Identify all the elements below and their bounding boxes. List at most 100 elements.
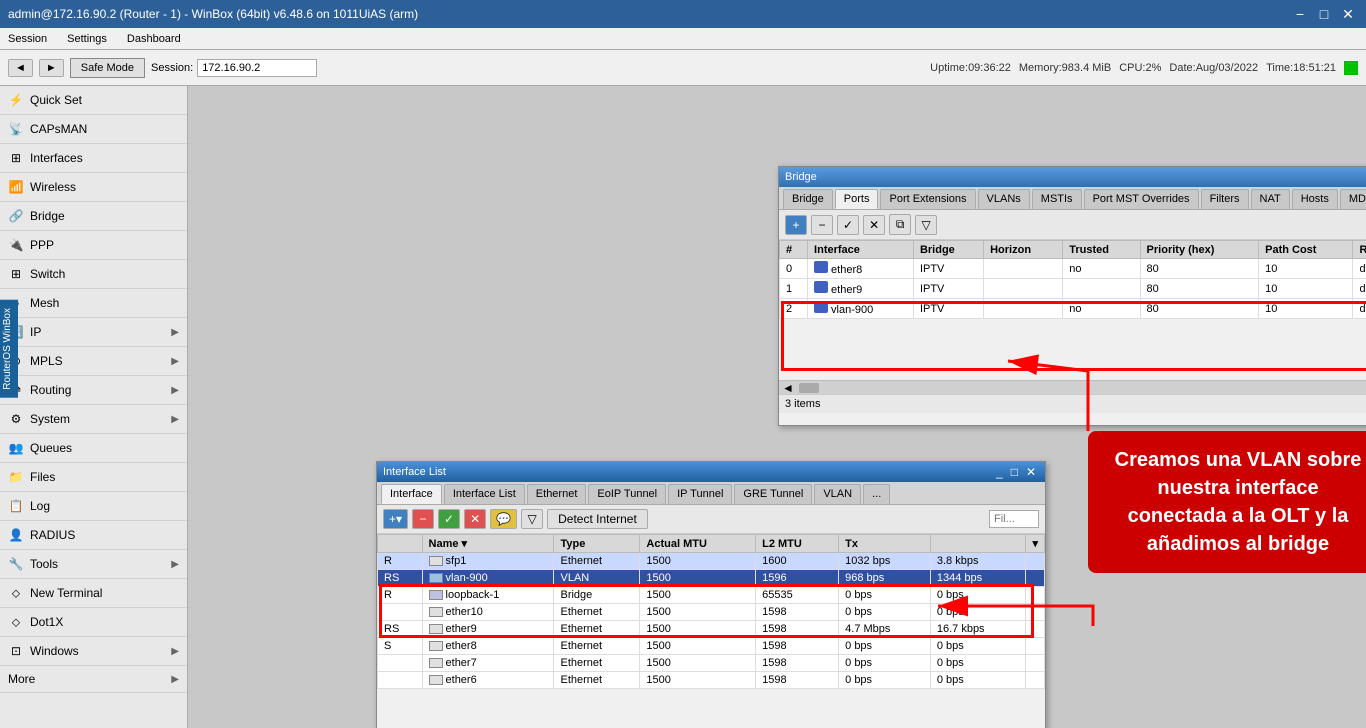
cell-priority: 80: [1140, 279, 1259, 299]
detect-internet-button[interactable]: Detect Internet: [547, 509, 648, 529]
sidebar-item-switch[interactable]: ⊞ Switch: [0, 260, 187, 289]
iface-add-button[interactable]: +▾: [383, 509, 408, 529]
cell-type: Ethernet: [554, 621, 640, 638]
sidebar-item-interfaces[interactable]: ⊞ Interfaces: [0, 144, 187, 173]
sidebar-item-radius[interactable]: 👤 RADIUS: [0, 521, 187, 550]
sidebar-item-files[interactable]: 📁 Files: [0, 463, 187, 492]
tab-bridge-vlans[interactable]: VLANs: [978, 189, 1030, 209]
menu-session[interactable]: Session: [4, 31, 51, 47]
bridge-status-bar: 3 items: [779, 394, 1366, 413]
iface-table-row[interactable]: ether7 Ethernet 1500 1598 0 bps 0 bps: [378, 655, 1045, 672]
sidebar-item-windows[interactable]: ⊡ Windows ▶: [0, 637, 187, 666]
tab-bridge-hosts[interactable]: Hosts: [1292, 189, 1338, 209]
iface-comment-button[interactable]: 💬: [490, 509, 517, 529]
sidebar-item-quick-set[interactable]: ⚡ Quick Set: [0, 86, 187, 115]
tab-iface-gre-tunnel[interactable]: GRE Tunnel: [734, 484, 812, 504]
cell-scroll: [1026, 672, 1045, 689]
iface-cross-button[interactable]: ✕: [464, 509, 486, 529]
iface-search-input[interactable]: [989, 510, 1039, 528]
sidebar-item-dot1x[interactable]: ⬦ Dot1X: [0, 608, 187, 637]
tab-bridge-mdb[interactable]: MDB: [1340, 189, 1366, 209]
bridge-add-button[interactable]: +: [785, 215, 807, 235]
cell-tx: 0 bps: [839, 672, 931, 689]
wireless-icon: 📶: [8, 179, 24, 195]
tab-iface-interface[interactable]: Interface: [381, 484, 442, 504]
tab-bridge-mstis[interactable]: MSTIs: [1032, 189, 1082, 209]
iface-table-row[interactable]: S ether8 Ethernet 1500 1598 0 bps 0 bps: [378, 638, 1045, 655]
iface-minimize[interactable]: _: [993, 465, 1006, 479]
sidebar-item-bridge[interactable]: 🔗 Bridge: [0, 202, 187, 231]
sidebar-item-more[interactable]: More ▶: [0, 666, 187, 693]
interface-list-titlebar[interactable]: Interface List _ □ ✕: [377, 462, 1045, 482]
tab-bridge-nat[interactable]: NAT: [1251, 189, 1290, 209]
iface-table-row[interactable]: RS vlan-900 VLAN 1500 1596 968 bps 1344 …: [378, 570, 1045, 587]
close-button[interactable]: ✕: [1338, 6, 1358, 23]
iface-close[interactable]: ✕: [1023, 465, 1039, 479]
cell-flags: [378, 604, 423, 621]
bridge-remove-button[interactable]: −: [811, 215, 833, 235]
maximize-button[interactable]: □: [1314, 6, 1334, 23]
iface-maximize[interactable]: □: [1008, 465, 1021, 479]
iface-table-row[interactable]: ether10 Ethernet 1500 1598 0 bps 0 bps: [378, 604, 1045, 621]
sidebar-item-queues[interactable]: 👥 Queues: [0, 434, 187, 463]
menu-settings[interactable]: Settings: [63, 31, 111, 47]
scroll-left[interactable]: ◄: [779, 381, 797, 395]
sidebar-item-mesh[interactable]: ● Mesh: [0, 289, 187, 318]
bridge-window-title: Bridge: [785, 171, 817, 183]
back-button[interactable]: ◄: [8, 59, 33, 77]
session-input[interactable]: [197, 59, 317, 77]
bridge-window-titlebar[interactable]: Bridge _ □ ✕: [779, 167, 1366, 187]
iface-table-row[interactable]: ether6 Ethernet 1500 1598 0 bps 0 bps: [378, 672, 1045, 689]
sidebar-item-wireless[interactable]: 📶 Wireless: [0, 173, 187, 202]
cell-actual-mtu: 1500: [640, 553, 756, 570]
sidebar-item-capsman[interactable]: 📡 CAPsMAN: [0, 115, 187, 144]
col-type: Type: [554, 535, 640, 553]
sidebar-item-routing[interactable]: ⇌ Routing ▶: [0, 376, 187, 405]
tab-bridge-ports[interactable]: Ports: [835, 189, 879, 209]
tab-iface-interface-list[interactable]: Interface List: [444, 484, 525, 504]
bridge-filter-button[interactable]: ▽: [915, 215, 937, 235]
sidebar-item-system[interactable]: ⚙ System ▶: [0, 405, 187, 434]
safe-mode-button[interactable]: Safe Mode: [70, 58, 145, 78]
tab-bridge-bridge[interactable]: Bridge: [783, 189, 833, 209]
bridge-icon: 🔗: [8, 208, 24, 224]
bridge-cross-button[interactable]: ✕: [863, 215, 885, 235]
tab-iface-ip-tunnel[interactable]: IP Tunnel: [668, 484, 732, 504]
iface-remove-button[interactable]: −: [412, 509, 434, 529]
cell-name: ether9: [422, 621, 554, 638]
sidebar-label-ip: IP: [30, 325, 165, 339]
bridge-check-button[interactable]: ✓: [837, 215, 859, 235]
tab-iface-ethernet[interactable]: Ethernet: [527, 484, 587, 504]
sidebar-item-ppp[interactable]: 🔌 PPP: [0, 231, 187, 260]
iface-table-row[interactable]: R loopback-1 Bridge 1500 65535 0 bps 0 b…: [378, 587, 1045, 604]
bridge-table-row[interactable]: 0 ether8 IPTV no 80 10 disabled port: [780, 259, 1366, 279]
sidebar-item-tools[interactable]: 🔧 Tools ▶: [0, 550, 187, 579]
iface-filter-button[interactable]: ▽: [521, 509, 543, 529]
sidebar-label-quick-set: Quick Set: [30, 93, 179, 107]
tab-iface-vlan[interactable]: VLAN: [814, 484, 861, 504]
tab-bridge-filters[interactable]: Filters: [1201, 189, 1249, 209]
cell-num: 2: [780, 299, 808, 319]
iface-check-button[interactable]: ✓: [438, 509, 460, 529]
scroll-thumb[interactable]: [799, 383, 819, 393]
menu-dashboard[interactable]: Dashboard: [123, 31, 185, 47]
sidebar-item-ip[interactable]: 🔢 IP ▶: [0, 318, 187, 347]
sidebar-item-new-terminal[interactable]: ⬦ New Terminal: [0, 579, 187, 608]
bridge-table-row[interactable]: 2 vlan-900 IPTV no 80 10 designated port: [780, 299, 1366, 319]
tab-iface-more[interactable]: ...: [863, 484, 890, 504]
iface-table-row[interactable]: RS ether9 Ethernet 1500 1598 4.7 Mbps 16…: [378, 621, 1045, 638]
files-icon: 📁: [8, 469, 24, 485]
bridge-table-row[interactable]: 1 ether9 IPTV 80 10 designated port: [780, 279, 1366, 299]
content-area: Bridge _ □ ✕ Bridge Ports Port Extension…: [188, 86, 1366, 728]
bridge-scrollbar-h[interactable]: ◄ ►: [779, 380, 1366, 394]
sidebar-item-mpls[interactable]: ⊙ MPLS ▶: [0, 347, 187, 376]
iface-table-row[interactable]: R sfp1 Ethernet 1500 1600 1032 bps 3.8 k…: [378, 553, 1045, 570]
bridge-copy-button[interactable]: ⧉: [889, 214, 911, 235]
tab-bridge-port-extensions[interactable]: Port Extensions: [880, 189, 975, 209]
sidebar-item-log[interactable]: 📋 Log: [0, 492, 187, 521]
tab-bridge-port-mst-overrides[interactable]: Port MST Overrides: [1084, 189, 1199, 209]
forward-button[interactable]: ►: [39, 59, 64, 77]
tab-iface-eoip-tunnel[interactable]: EoIP Tunnel: [588, 484, 666, 504]
minimize-button[interactable]: −: [1290, 6, 1310, 23]
cell-flags: R: [378, 553, 423, 570]
